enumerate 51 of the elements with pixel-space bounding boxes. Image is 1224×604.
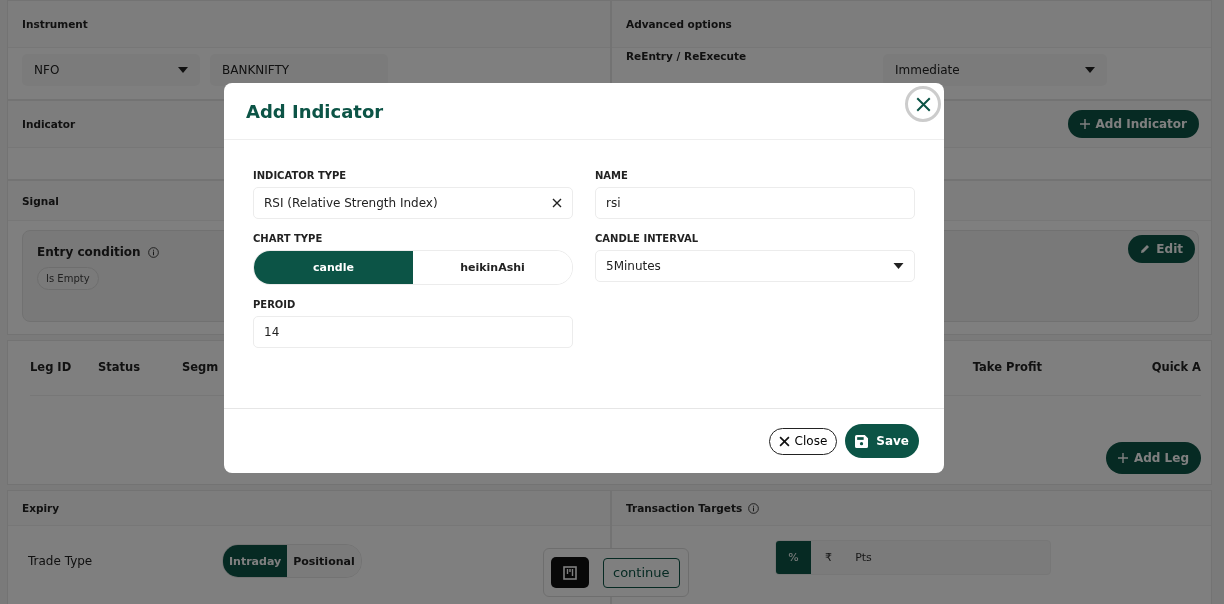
board-icon [563,565,577,580]
unit-toggle[interactable]: % [776,541,811,574]
caret-icon [893,263,904,269]
exchange-select[interactable]: NFO [22,54,200,86]
period-field[interactable]: 14 [253,316,573,348]
column-header: Leg ID [30,360,73,374]
indicator-type-select[interactable]: RSI (Relative Strength Index) [253,187,573,219]
caret-icon [178,67,188,73]
field-label: CHART TYPE [253,233,324,244]
save-button[interactable]: Save [845,424,919,458]
caret-icon [1085,67,1095,73]
section-title: Indicator [22,118,76,130]
pencil-icon [1140,244,1151,254]
section-title: Transaction Targets [626,502,743,514]
trade-type-label: Trade Type [28,554,94,568]
name-field[interactable]: rsi [595,187,915,219]
column-header: Segm [182,360,220,374]
add-leg-button[interactable]: Add Leg [1105,442,1201,474]
close-icon[interactable] [905,86,941,122]
section-title: Signal [22,194,59,207]
board-button[interactable] [551,557,589,588]
reentry-select[interactable]: Immediate [883,54,1107,86]
plus-icon [1117,453,1128,463]
column-header: Status [98,360,142,374]
section-title: Expiry [22,502,60,514]
continue-button[interactable]: continue [603,557,680,588]
add-indicator-button[interactable]: Add Indicator [1067,110,1199,138]
field-label: PEROID [253,299,297,310]
plus-icon [1079,119,1090,129]
field-label: CANDLE INTERVAL [595,233,700,244]
candle-interval-select[interactable]: 5Minutes [595,250,915,282]
trade-type-toggle[interactable]: Positional [287,545,361,577]
edit-button[interactable]: Edit [1128,235,1195,263]
entry-condition-title: Entry condition [37,245,141,259]
section-title: Advanced options [626,18,732,30]
dialog-title: Add Indicator [246,100,384,122]
section-title: Instrument [22,18,88,30]
info-icon [147,246,159,258]
symbol-field[interactable]: BANKNIFTY [210,54,388,86]
trade-type-toggle[interactable]: Intraday [223,545,288,577]
column-header: Quick A [1151,360,1201,374]
condition-chip[interactable]: Is Empty [37,267,99,290]
field-label: NAME [595,170,629,181]
x-icon [778,435,790,447]
close-button[interactable]: Close [768,427,838,455]
reentry-label: ReEntry / ReExecute [626,50,747,62]
info-icon [748,502,760,514]
column-header: Take Profit [972,360,1043,374]
chart-type-toggle[interactable]: candle [254,251,413,284]
field-label: INDICATOR TYPE [253,170,348,181]
clear-icon[interactable] [552,198,562,208]
